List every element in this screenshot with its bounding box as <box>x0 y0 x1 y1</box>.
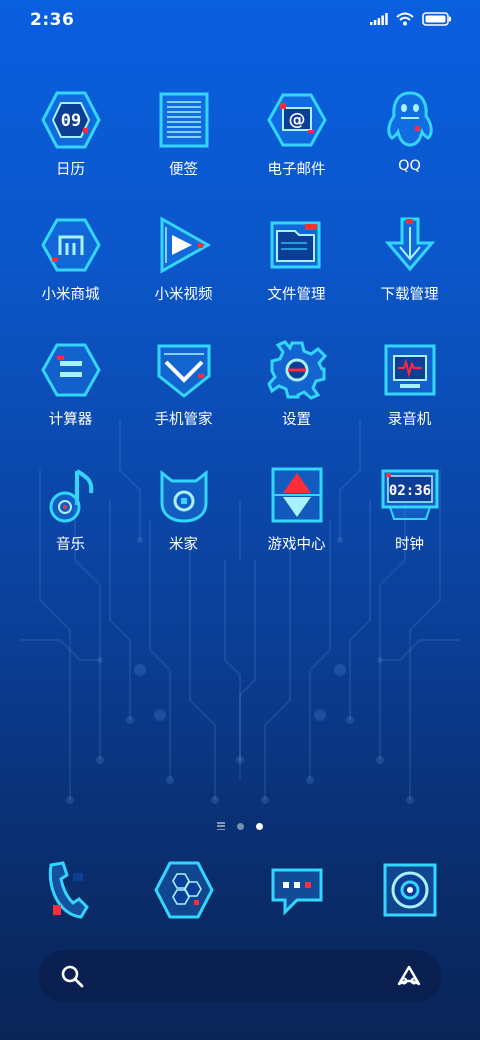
dock <box>14 858 466 922</box>
phone-icon[interactable] <box>39 858 103 922</box>
music-note-icon <box>39 463 103 527</box>
game-center-icon <box>265 463 329 527</box>
app-qq[interactable]: QQ <box>353 88 466 213</box>
app-label: 游戏中心 <box>267 537 326 553</box>
calendar-day-glyph: 09 <box>60 111 80 131</box>
app-label: 计算器 <box>48 412 93 428</box>
notes-icon <box>152 88 216 152</box>
app-label: 下载管理 <box>380 287 439 303</box>
app-mi-store[interactable]: 小米商城 <box>14 213 127 338</box>
messages-bubble-icon[interactable] <box>265 858 329 922</box>
contacts-hexagon-icon[interactable] <box>152 858 216 922</box>
download-arrow-icon <box>378 213 442 277</box>
app-calculator[interactable]: 计算器 <box>14 338 127 463</box>
security-shield-icon <box>152 338 216 402</box>
app-grid: 09 日历 便签 @ 电子邮件 QQ 小米商城 小米视频 文件管理 下载管理 计… <box>14 88 466 588</box>
status-time: 2:36 <box>30 10 75 30</box>
app-label: 录音机 <box>387 412 432 428</box>
recorder-icon <box>378 338 442 402</box>
app-game-center[interactable]: 游戏中心 <box>240 463 353 588</box>
app-recorder[interactable]: 录音机 <box>353 338 466 463</box>
app-label: QQ <box>398 158 421 174</box>
app-clock[interactable]: 02:36 时钟 <box>353 463 466 588</box>
app-label: 小米商城 <box>41 287 100 303</box>
page-dot[interactable] <box>237 822 244 830</box>
page-indicator-menu[interactable] <box>217 822 225 830</box>
app-label: 音乐 <box>56 537 85 553</box>
app-label: 便签 <box>169 162 198 178</box>
page-dot-active[interactable] <box>256 822 263 830</box>
folder-icon <box>265 213 329 277</box>
assistant-icon[interactable] <box>396 964 422 988</box>
app-label: 时钟 <box>395 537 424 553</box>
email-icon: @ <box>265 88 329 152</box>
app-label: 日历 <box>56 162 85 178</box>
app-label: 文件管理 <box>267 287 326 303</box>
calculator-icon <box>39 338 103 402</box>
signal-icon <box>370 13 388 25</box>
camera-lens-icon[interactable] <box>378 858 442 922</box>
app-mijia[interactable]: 米家 <box>127 463 240 588</box>
calendar-icon: 09 <box>39 88 103 152</box>
page-indicator <box>0 822 480 830</box>
qq-penguin-icon <box>378 88 442 152</box>
search-icon[interactable] <box>60 964 84 988</box>
app-file-manager[interactable]: 文件管理 <box>240 213 353 338</box>
app-label: 设置 <box>282 412 311 428</box>
app-download-manager[interactable]: 下载管理 <box>353 213 466 338</box>
clock-icon: 02:36 <box>378 463 442 527</box>
status-icons <box>370 12 452 26</box>
app-email[interactable]: @ 电子邮件 <box>240 88 353 213</box>
mijia-icon <box>152 463 216 527</box>
app-calendar[interactable]: 09 日历 <box>14 88 127 213</box>
battery-icon <box>422 12 451 26</box>
app-label: 电子邮件 <box>267 162 326 178</box>
gear-icon <box>265 338 329 402</box>
app-security[interactable]: 手机管家 <box>127 338 240 463</box>
mi-store-icon <box>39 213 103 277</box>
email-at-glyph: @ <box>288 110 305 130</box>
app-music[interactable]: 音乐 <box>14 463 127 588</box>
app-label: 手机管家 <box>154 412 213 428</box>
clock-time-glyph: 02:36 <box>388 483 430 499</box>
app-label: 小米视频 <box>154 287 213 303</box>
video-play-icon <box>152 213 216 277</box>
wifi-icon <box>396 12 414 26</box>
status-bar: 2:36 <box>0 0 480 44</box>
app-settings[interactable]: 设置 <box>240 338 353 463</box>
search-bar[interactable] <box>38 950 442 1002</box>
app-label: 米家 <box>169 537 198 553</box>
app-notes[interactable]: 便签 <box>127 88 240 213</box>
app-mi-video[interactable]: 小米视频 <box>127 213 240 338</box>
